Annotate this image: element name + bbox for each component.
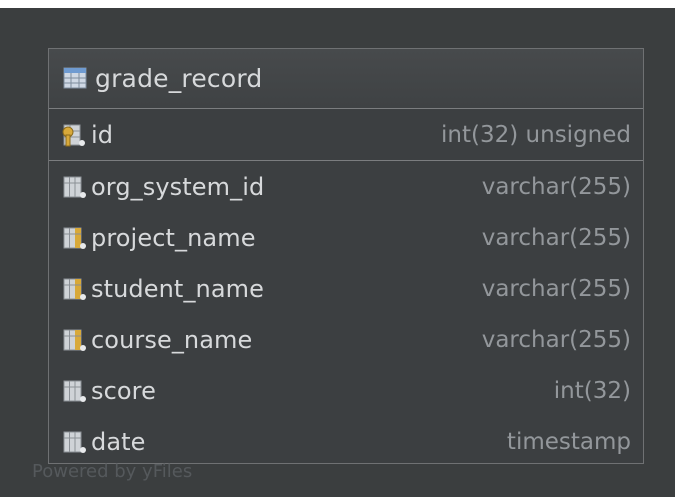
table-row-student-name[interactable]: student_name varchar(255): [49, 263, 643, 314]
column-icon: [61, 429, 87, 455]
column-name: score: [91, 376, 156, 405]
table-row-course-name[interactable]: course_name varchar(255): [49, 314, 643, 365]
column-icon: [61, 174, 87, 200]
table-row-score[interactable]: score int(32): [49, 365, 643, 416]
column-type: varchar(255): [481, 173, 631, 200]
column-name: org_system_id: [91, 172, 265, 201]
table-name: grade_record: [95, 64, 263, 93]
column-name: course_name: [91, 325, 253, 354]
column-icon: [61, 378, 87, 404]
primary-key-column-icon: [61, 122, 87, 148]
table-node[interactable]: grade_record id int(32) unsigned org_sys…: [48, 48, 644, 464]
table-row-date[interactable]: date timestamp: [49, 416, 643, 467]
table-icon: [63, 66, 89, 92]
column-type: varchar(255): [481, 326, 631, 353]
table-header[interactable]: grade_record: [49, 49, 643, 109]
column-index-icon: [61, 225, 87, 251]
top-frame-strip: [0, 0, 675, 8]
table-row-org-system-id[interactable]: org_system_id varchar(255): [49, 161, 643, 212]
table-row-primary-key[interactable]: id int(32) unsigned: [49, 109, 643, 161]
column-index-icon: [61, 276, 87, 302]
column-type-id: int(32) unsigned: [441, 121, 631, 148]
column-name: project_name: [91, 223, 256, 252]
column-type: int(32): [553, 377, 631, 404]
column-type: varchar(255): [481, 275, 631, 302]
column-name-id: id: [91, 120, 114, 149]
column-name: student_name: [91, 274, 265, 303]
column-name: date: [91, 427, 146, 456]
column-type: timestamp: [506, 428, 631, 455]
column-index-icon: [61, 327, 87, 353]
powered-by-watermark: Powered by yFiles: [32, 461, 193, 482]
column-type: varchar(255): [481, 224, 631, 251]
table-row-project-name[interactable]: project_name varchar(255): [49, 212, 643, 263]
